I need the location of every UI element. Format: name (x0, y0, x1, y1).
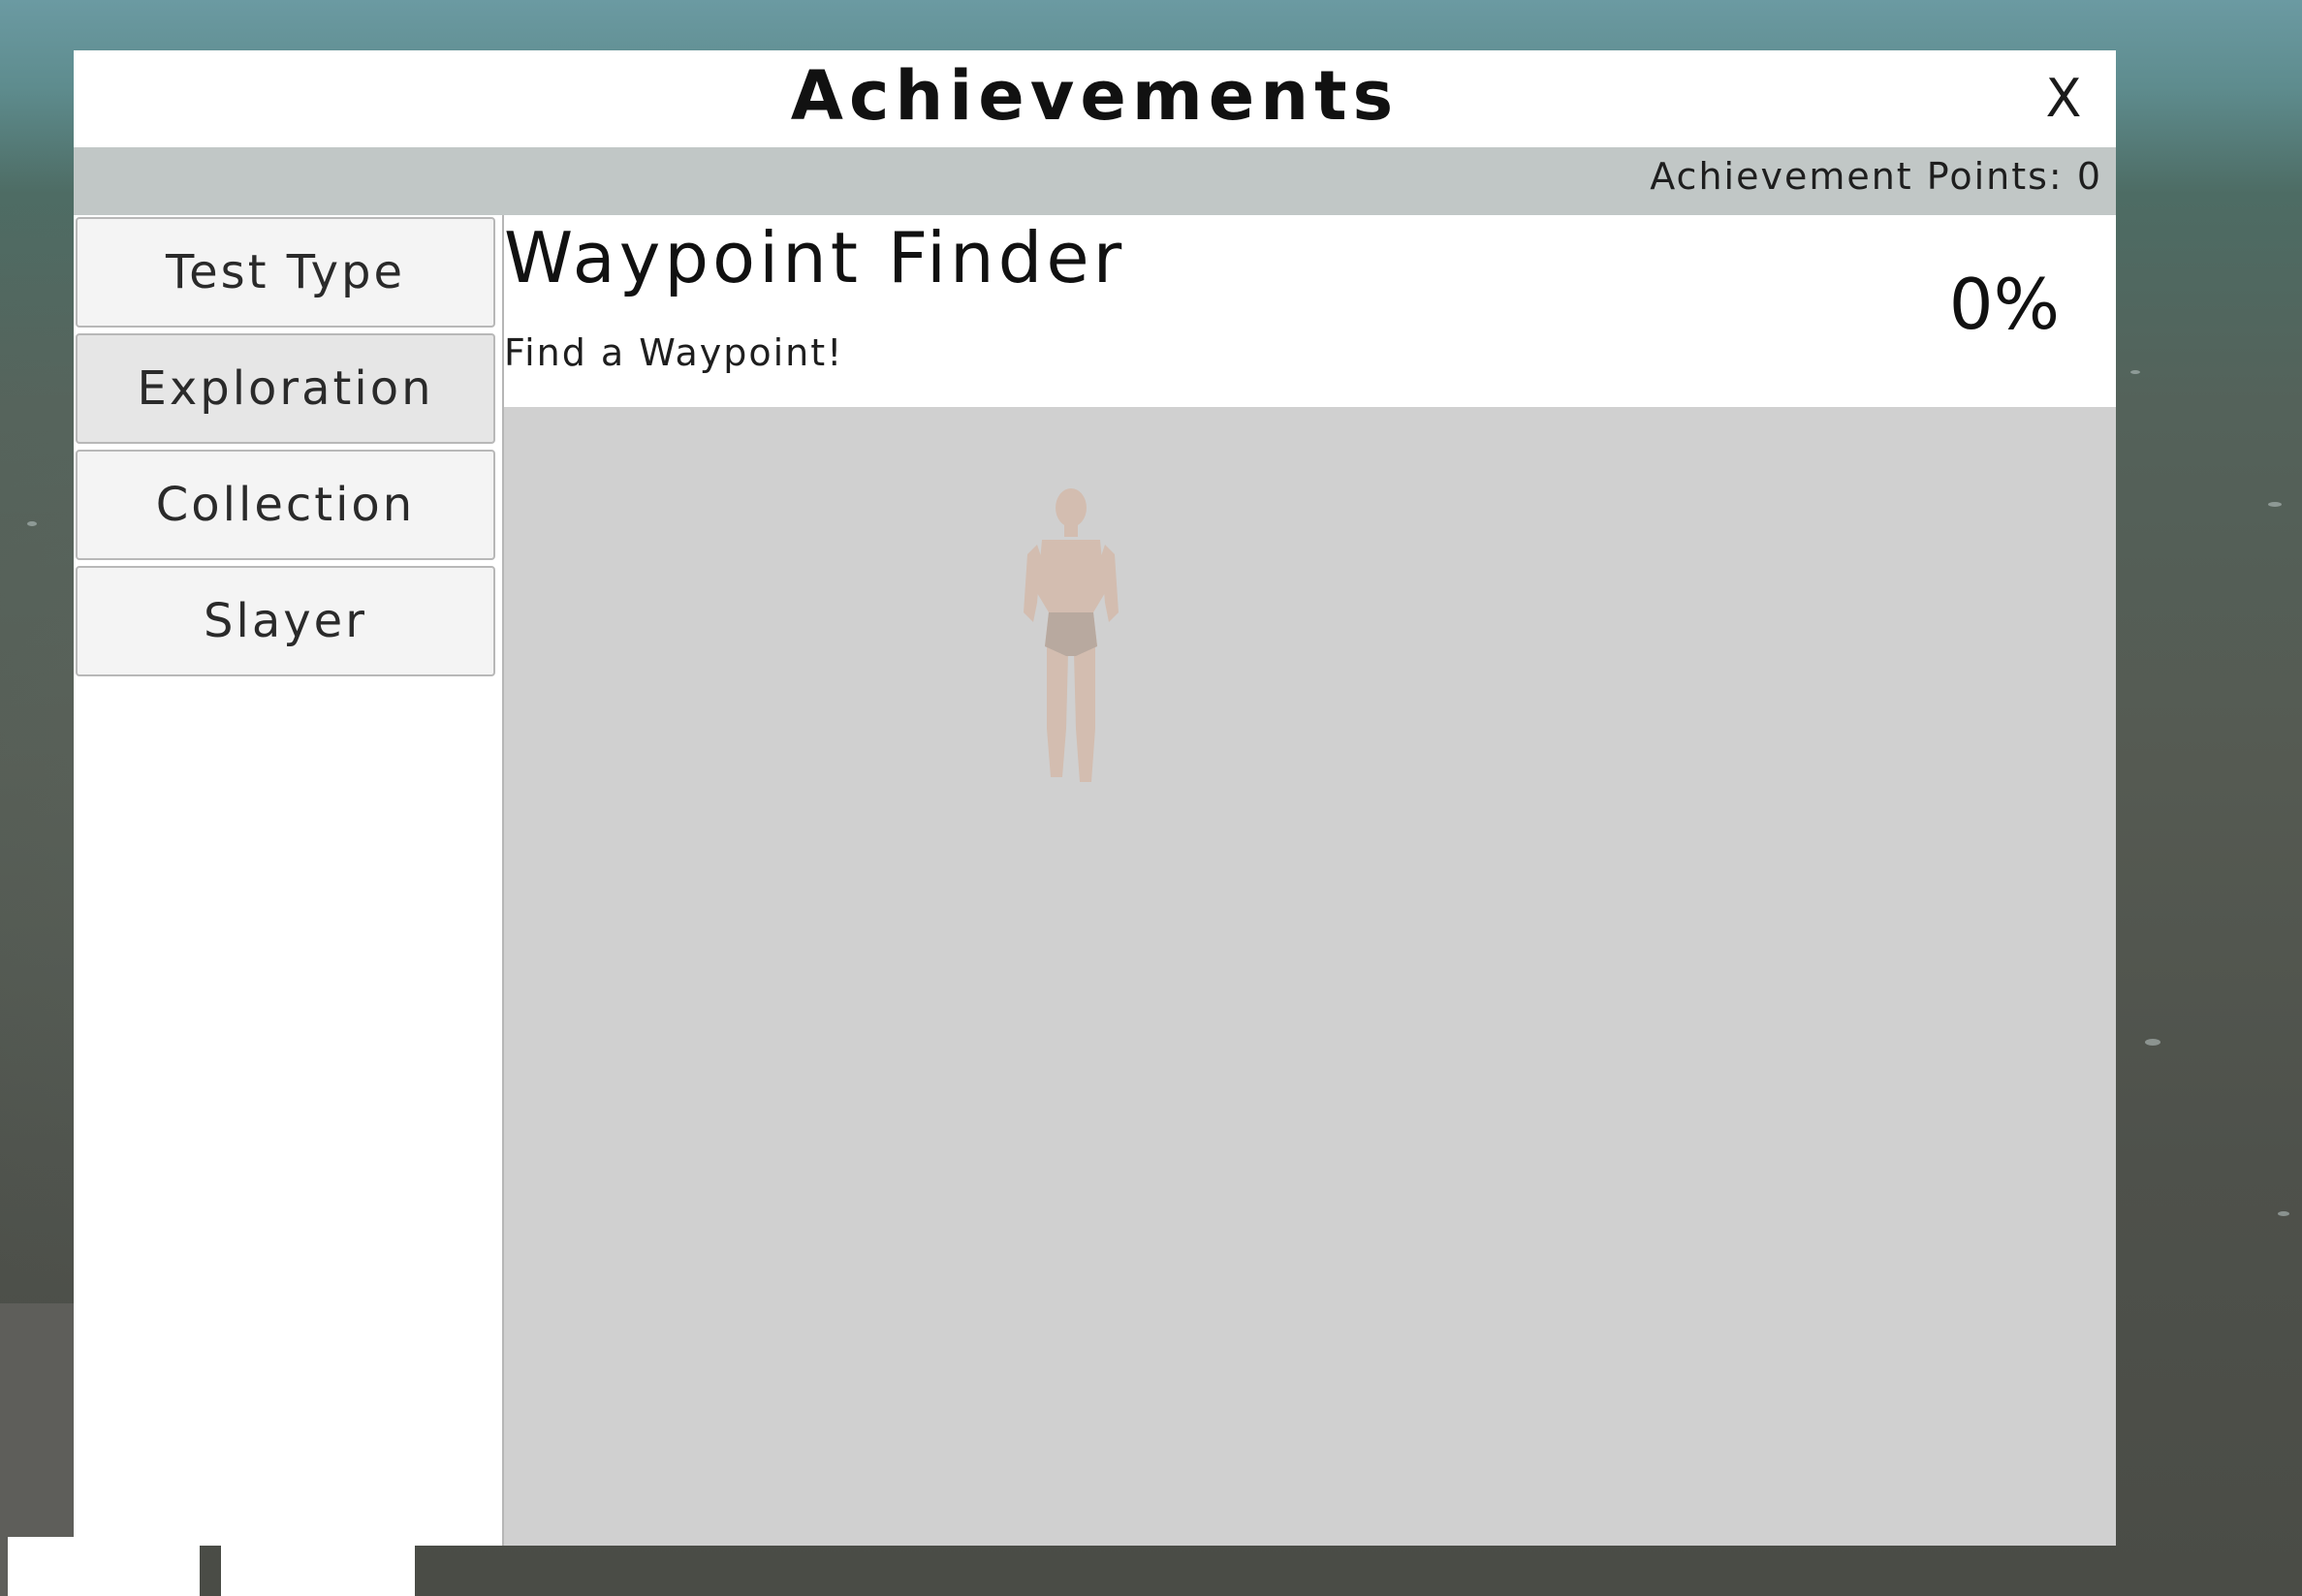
achievement-progress: 0% (1948, 264, 2060, 345)
hud-slot[interactable] (8, 1537, 200, 1596)
ground-speck (2145, 1039, 2160, 1046)
title-bar: Achievements X (74, 50, 2116, 147)
hud-slot[interactable] (221, 1545, 415, 1596)
category-button-exploration[interactable]: Exploration (76, 333, 495, 444)
ground-speck (2130, 370, 2140, 374)
ground-speck (27, 521, 37, 526)
player-character (1024, 488, 1119, 782)
window-title: Achievements (790, 56, 1400, 136)
ground-speck (2268, 502, 2282, 507)
category-sidebar: Test Type Exploration Collection Slayer (74, 215, 500, 1546)
achievements-window: Achievements X Achievement Points: 0 Tes… (74, 50, 2116, 1546)
category-button-slayer[interactable]: Slayer (76, 566, 495, 676)
achievement-name: Waypoint Finder (504, 217, 1126, 298)
category-button-collection[interactable]: Collection (76, 450, 495, 560)
close-button[interactable]: X (2034, 62, 2093, 136)
achievement-item[interactable]: Waypoint Finder Find a Waypoint! 0% (504, 215, 2116, 407)
achievement-list: Waypoint Finder Find a Waypoint! 0% (502, 215, 2116, 1546)
achievement-points-bar: Achievement Points: 0 (74, 147, 2116, 215)
ground-speck (2278, 1211, 2289, 1216)
category-button-test-type[interactable]: Test Type (76, 217, 495, 328)
achievement-description: Find a Waypoint! (504, 331, 844, 374)
achievement-points-label: Achievement Points: 0 (1650, 155, 2102, 198)
